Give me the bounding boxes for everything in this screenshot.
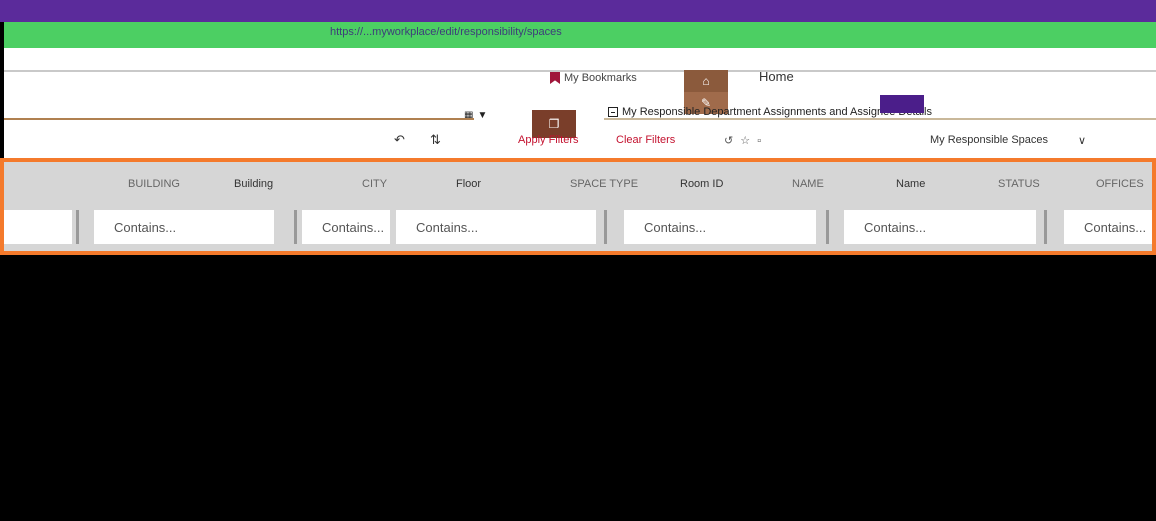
filter-placeholder: Contains... (322, 220, 385, 235)
column-header[interactable]: STATUS (998, 178, 1040, 190)
app-header: My Bookmarks ⌂ Home ✎ ▦ ▼ My Responsible… (4, 48, 1156, 228)
filter-input[interactable] (4, 210, 72, 244)
filter-input[interactable]: Contains... (396, 210, 596, 244)
column-header[interactable]: Name (896, 178, 925, 190)
copy-icon: ❐ (548, 117, 560, 131)
filter-placeholder: Contains... (1084, 220, 1147, 235)
sort-icon[interactable]: ⇅ (430, 132, 441, 148)
bookmark-icon (550, 72, 560, 84)
filter-toolbar: ↶ ⇅ Apply Filters Clear Filters ↺ ☆ ▫ My… (4, 132, 1156, 228)
home-label[interactable]: Home (759, 69, 794, 84)
home-icon: ⌂ (702, 74, 710, 88)
chevron-down-icon: ∨ (1078, 135, 1087, 147)
column-header[interactable]: CITY (362, 178, 387, 190)
grid-header-row: BUILDING Building CITY Floor SPACE TYPE … (4, 172, 1152, 198)
column-resizer[interactable] (604, 210, 607, 244)
filter-input[interactable]: Contains... (624, 210, 816, 244)
filter-input[interactable]: Contains... (844, 210, 1036, 244)
document-icon (608, 107, 618, 117)
filter-placeholder: Contains... (644, 220, 707, 235)
column-header[interactable]: SPACE TYPE (570, 178, 638, 190)
view-label: My Responsible Spaces (930, 134, 1049, 146)
column-header[interactable]: Building (234, 178, 273, 190)
divider (604, 118, 1156, 120)
filter-placeholder: Contains... (864, 220, 927, 235)
column-resizer[interactable] (294, 210, 297, 244)
chevron-down-icon: ▼ (477, 110, 488, 121)
grid-filter-row: Contains... Contains... Contains... Cont… (4, 210, 1152, 244)
purple-marker (880, 95, 924, 113)
browser-title-bar (0, 0, 1156, 22)
filter-input[interactable]: Contains... (302, 210, 390, 244)
home-tile[interactable]: ⌂ (684, 70, 728, 92)
divider (4, 118, 474, 120)
filter-placeholder: Contains... (416, 220, 479, 235)
column-header[interactable]: Room ID (680, 178, 723, 190)
address-bar[interactable]: https://...myworkplace/edit/responsibili… (4, 22, 1156, 48)
column-resizer[interactable] (826, 210, 829, 244)
data-grid: BUILDING Building CITY Floor SPACE TYPE … (0, 158, 1156, 255)
url-text: https://...myworkplace/edit/responsibili… (330, 26, 562, 38)
column-header[interactable]: Floor (456, 178, 481, 190)
column-header[interactable]: NAME (792, 178, 824, 190)
filter-input[interactable]: Contains... (94, 210, 274, 244)
column-header[interactable]: OFFICES (1096, 178, 1144, 190)
view-selector[interactable]: My Responsible Spaces ∨ (930, 134, 1086, 147)
clear-filters-button[interactable]: Clear Filters (616, 134, 675, 146)
filter-input[interactable]: Contains... (1064, 210, 1152, 244)
filter-placeholder: Contains... (114, 220, 177, 235)
apply-filters-button[interactable]: Apply Filters (518, 134, 579, 146)
bookmarks-label: My Bookmarks (564, 72, 637, 84)
bookmarks-link[interactable]: My Bookmarks (550, 72, 637, 84)
column-resizer[interactable] (1044, 210, 1047, 244)
column-header[interactable]: BUILDING (128, 178, 180, 190)
column-resizer[interactable] (76, 210, 79, 244)
toolbar-icons[interactable]: ↺ ☆ ▫ (724, 134, 763, 147)
undo-icon[interactable]: ↶ (394, 132, 405, 148)
